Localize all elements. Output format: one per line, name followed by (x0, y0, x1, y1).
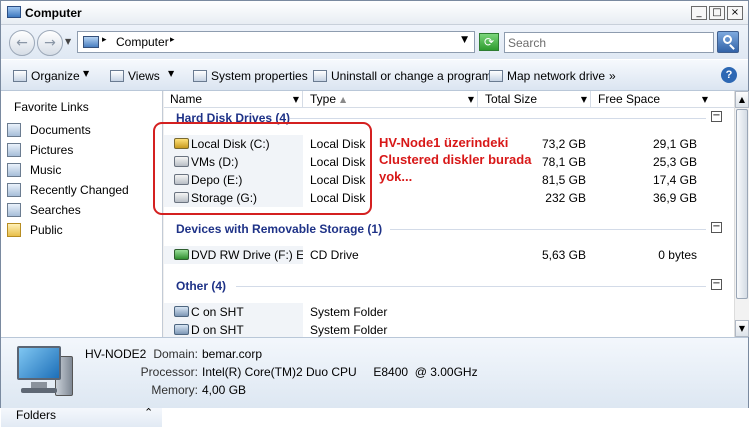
search-placeholder: Search (508, 36, 547, 50)
network-share-icon (174, 324, 189, 335)
more-commands-button[interactable]: » (609, 69, 616, 83)
navigation-pane: Favorite Links Documents Pictures Music … (1, 91, 163, 427)
column-filter-icon[interactable]: ▼ (293, 91, 299, 108)
forward-button[interactable]: → (37, 30, 63, 56)
list-item[interactable]: C on SHT System Folder (164, 303, 734, 321)
explorer-window: Computer _ □ × ← → ▼ ▸ Computer ▸ ▼ ⟳ Se… (0, 0, 749, 427)
annotation-highlight-box (153, 122, 372, 215)
search-input[interactable]: Search (504, 32, 714, 53)
sort-ascending-icon: ▲ (340, 95, 347, 104)
views-button[interactable]: Views (110, 69, 160, 83)
search-button[interactable] (717, 31, 739, 53)
recent-pages-dropdown-icon[interactable]: ▼ (65, 37, 71, 46)
network-share-icon (174, 306, 189, 317)
processor-value: Intel(R) Core(TM)2 Duo CPU E8400 @ 3.00G… (202, 365, 478, 379)
computer-icon (7, 6, 21, 18)
nav-item-pictures[interactable]: Pictures (7, 141, 157, 159)
minimize-button[interactable]: _ (691, 6, 707, 20)
folders-label: Folders (16, 408, 57, 422)
recently-changed-icon (7, 183, 21, 197)
scroll-up-icon[interactable]: ▲ (735, 91, 749, 108)
column-type[interactable]: Type ▲ ▼ (304, 91, 478, 108)
breadcrumb-chevron-icon[interactable]: ▸ (102, 35, 107, 45)
music-icon (7, 163, 21, 177)
close-button[interactable]: × (727, 6, 743, 20)
nav-item-documents[interactable]: Documents (7, 121, 157, 139)
column-free-space[interactable]: Free Space ▼ (592, 91, 734, 108)
back-button[interactable]: ← (9, 30, 35, 56)
group-other[interactable]: Other (4) − (164, 275, 734, 297)
refresh-button[interactable]: ⟳ (479, 33, 499, 51)
column-name[interactable]: Name ▼ (164, 91, 303, 108)
vertical-scrollbar[interactable]: ▲ ▼ (734, 91, 749, 337)
group-removable-storage[interactable]: Devices with Removable Storage (1) − (164, 218, 734, 240)
group-title: Other (4) (176, 279, 227, 293)
address-dropdown-icon[interactable]: ▼ (461, 35, 468, 45)
address-row: ← → ▼ ▸ Computer ▸ ▼ ⟳ Search (1, 25, 748, 59)
system-properties-button[interactable]: System properties (193, 69, 308, 83)
organize-button[interactable]: Organize (13, 69, 80, 83)
nav-item-searches[interactable]: Searches (7, 201, 157, 219)
searches-icon (7, 203, 21, 217)
maximize-button[interactable]: □ (709, 6, 725, 20)
address-bar[interactable]: ▸ Computer ▸ ▼ (77, 31, 475, 53)
breadcrumb-computer[interactable]: Computer (116, 35, 169, 49)
memory-value: 4,00 GB (202, 383, 247, 397)
computer-icon (83, 36, 99, 48)
domain-value: bemar.corp (202, 347, 263, 361)
views-icon (110, 70, 124, 82)
domain-label: Domain: (153, 347, 198, 361)
column-filter-icon[interactable]: ▼ (702, 91, 708, 108)
breadcrumb-chevron-icon[interactable]: ▸ (170, 35, 175, 45)
nav-item-public[interactable]: Public (7, 221, 157, 239)
group-title: Devices with Removable Storage (1) (176, 222, 383, 236)
processor-label: Processor: (140, 365, 198, 379)
column-total-size[interactable]: Total Size ▼ (479, 91, 591, 108)
search-icon (723, 35, 732, 44)
collapse-group-icon[interactable]: − (711, 279, 722, 290)
column-filter-icon[interactable]: ▼ (581, 91, 587, 108)
views-dropdown-icon[interactable]: ▼ (168, 69, 174, 78)
pictures-icon (7, 143, 21, 157)
command-bar: Organize ▼ Views ▼ System properties Uni… (1, 59, 748, 91)
annotation-text: HV-Node1 üzerindeki Clustered diskler bu… (379, 135, 532, 184)
column-filter-icon[interactable]: ▼ (468, 91, 474, 108)
details-pane: HV-NODE2 Domain: bemar.corp Processor: I… (1, 337, 748, 408)
documents-icon (7, 123, 21, 137)
organize-icon (13, 70, 27, 82)
column-header: Name ▼ Type ▲ ▼ Total Size ▼ Free Space ▼ (164, 91, 734, 108)
memory-label: Memory: (151, 383, 198, 397)
programs-icon (313, 70, 327, 82)
computer-icon (13, 344, 75, 402)
collapse-group-icon[interactable]: − (711, 111, 722, 122)
collapse-group-icon[interactable]: − (711, 222, 722, 233)
public-folder-icon (7, 223, 21, 237)
uninstall-program-button[interactable]: Uninstall or change a program (313, 69, 492, 83)
network-drive-icon (489, 70, 503, 82)
scroll-thumb[interactable] (736, 109, 748, 299)
list-item[interactable]: DVD RW Drive (F:) E... CD Drive 5,63 GB … (164, 246, 734, 264)
nav-item-recently-changed[interactable]: Recently Changed (7, 181, 157, 199)
window-title: Computer (25, 6, 82, 20)
list-item[interactable]: D on SHT System Folder (164, 321, 734, 337)
favorite-links-heading: Favorite Links (14, 100, 89, 114)
nav-item-music[interactable]: Music (7, 161, 157, 179)
organize-dropdown-icon[interactable]: ▼ (83, 69, 89, 78)
title-bar: Computer _ □ × (1, 1, 748, 25)
scroll-down-icon[interactable]: ▼ (735, 320, 749, 337)
map-network-drive-button[interactable]: Map network drive (489, 69, 605, 83)
system-properties-icon (193, 70, 207, 82)
help-button[interactable]: ? (721, 67, 737, 83)
dvd-drive-icon (174, 249, 189, 260)
